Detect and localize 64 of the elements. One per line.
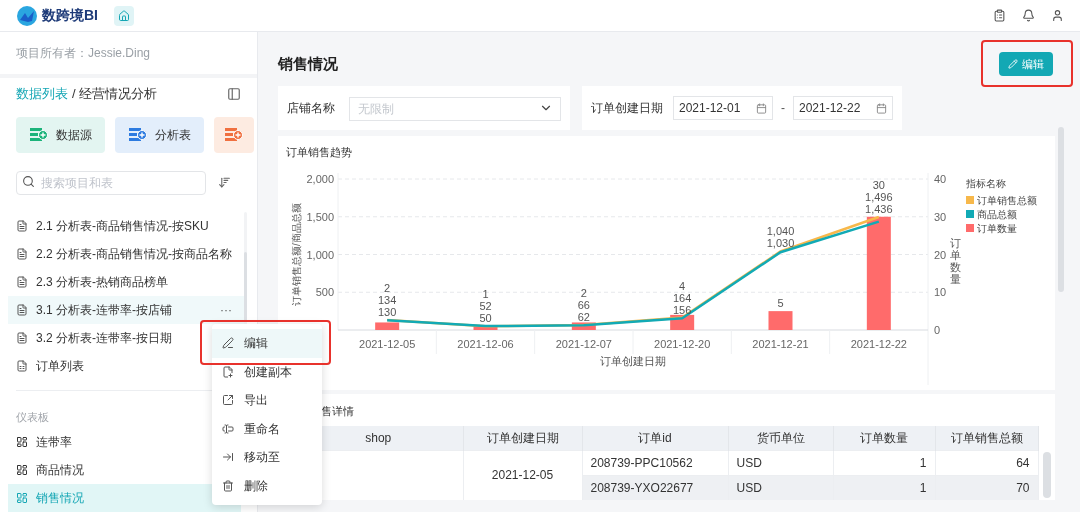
column-header: 订单创建日期 (463, 426, 582, 450)
axis-tick-label: 2021-12-21 (752, 338, 809, 350)
data-label: 1,496 (865, 191, 893, 204)
table-cell: 208739-YXO22677 (582, 475, 728, 500)
project-owner: 项目所有者：Jessie.Ding (16, 45, 151, 62)
data-label: 1,040 (766, 225, 795, 238)
axis-tick-label: 20 (934, 248, 947, 261)
data-label: 2 (384, 281, 391, 294)
data-label: 130 (378, 305, 397, 318)
axis-tick-label: 0 (934, 324, 941, 336)
axis-title: 订单创建日期 (600, 355, 666, 367)
axis-tick-label: 1,000 (306, 248, 334, 261)
table-cell: 2021-12-05 (463, 450, 582, 500)
legend-label: 订单销售总额 (977, 195, 1037, 206)
breadcrumb-current: / 经营情况分析 (72, 85, 158, 104)
table-cell: 64 (935, 450, 1038, 475)
data-label: 52 (479, 300, 492, 313)
table-title: 售详情 (320, 404, 355, 419)
page-title: 销售情况 (278, 53, 338, 74)
column-header: 订单id (582, 426, 728, 450)
data-label: 30 (872, 179, 885, 192)
axis-tick-label: 2021-12-07 (555, 338, 612, 350)
axis-tick-label: 2021-12-22 (850, 338, 907, 350)
axis-tick-label: 2,000 (306, 173, 334, 185)
column-header: 订单销售总额 (935, 426, 1038, 450)
table-cell: 1 (833, 450, 935, 475)
data-label: 50 (479, 312, 492, 325)
filter-label: 订单创建日期 (591, 100, 663, 117)
data-label: 66 (577, 299, 590, 311)
axis-tick-label: 2021-12-05 (359, 338, 416, 350)
chart-title: 订单销售趋势 (285, 145, 353, 160)
axis-tick-label: 2021-12-06 (457, 338, 514, 350)
filter-label: 店铺名称 (287, 100, 335, 117)
data-label: 164 (673, 291, 692, 304)
section-heading: 仪表板 (15, 410, 50, 425)
data-label: 1,030 (766, 237, 795, 250)
data-label: 62 (577, 311, 590, 323)
data-label: 156 (673, 303, 692, 316)
axis-title: 订单销售总额/商品总额 (291, 203, 302, 306)
legend-label: 订单数量 (977, 223, 1017, 234)
column-header: 订单数量 (833, 426, 935, 450)
axis-tick-label: 40 (934, 173, 947, 185)
axis-tick-label: 10 (934, 286, 947, 299)
date-separator: - (781, 100, 785, 117)
axis-tick-label: 1,500 (306, 210, 334, 223)
data-label: 5 (777, 297, 784, 310)
axis-tick-label: 500 (315, 286, 334, 299)
data-label: 2 (580, 287, 587, 299)
table-cell: USD (728, 450, 833, 475)
axis-title: 订单数量 (950, 236, 961, 285)
axis-tick-label: 30 (934, 210, 947, 223)
data-label: 1,436 (865, 203, 893, 216)
data-label: 134 (378, 293, 397, 306)
legend-label: 商品总额 (977, 209, 1017, 220)
table-cell: 70 (935, 475, 1038, 500)
table-cell: 208739-PPC10562 (582, 450, 728, 475)
data-label: 4 (679, 279, 686, 292)
axis-tick-label: 2021-12-20 (654, 338, 711, 350)
app-name: 数跨境BI (42, 6, 98, 25)
table-cell: USD (728, 475, 833, 500)
data-label: 1 (482, 288, 489, 301)
legend-title: 指标名称 (966, 178, 1006, 189)
table-cell: 1 (833, 475, 935, 500)
column-header: 货币单位 (728, 426, 833, 450)
